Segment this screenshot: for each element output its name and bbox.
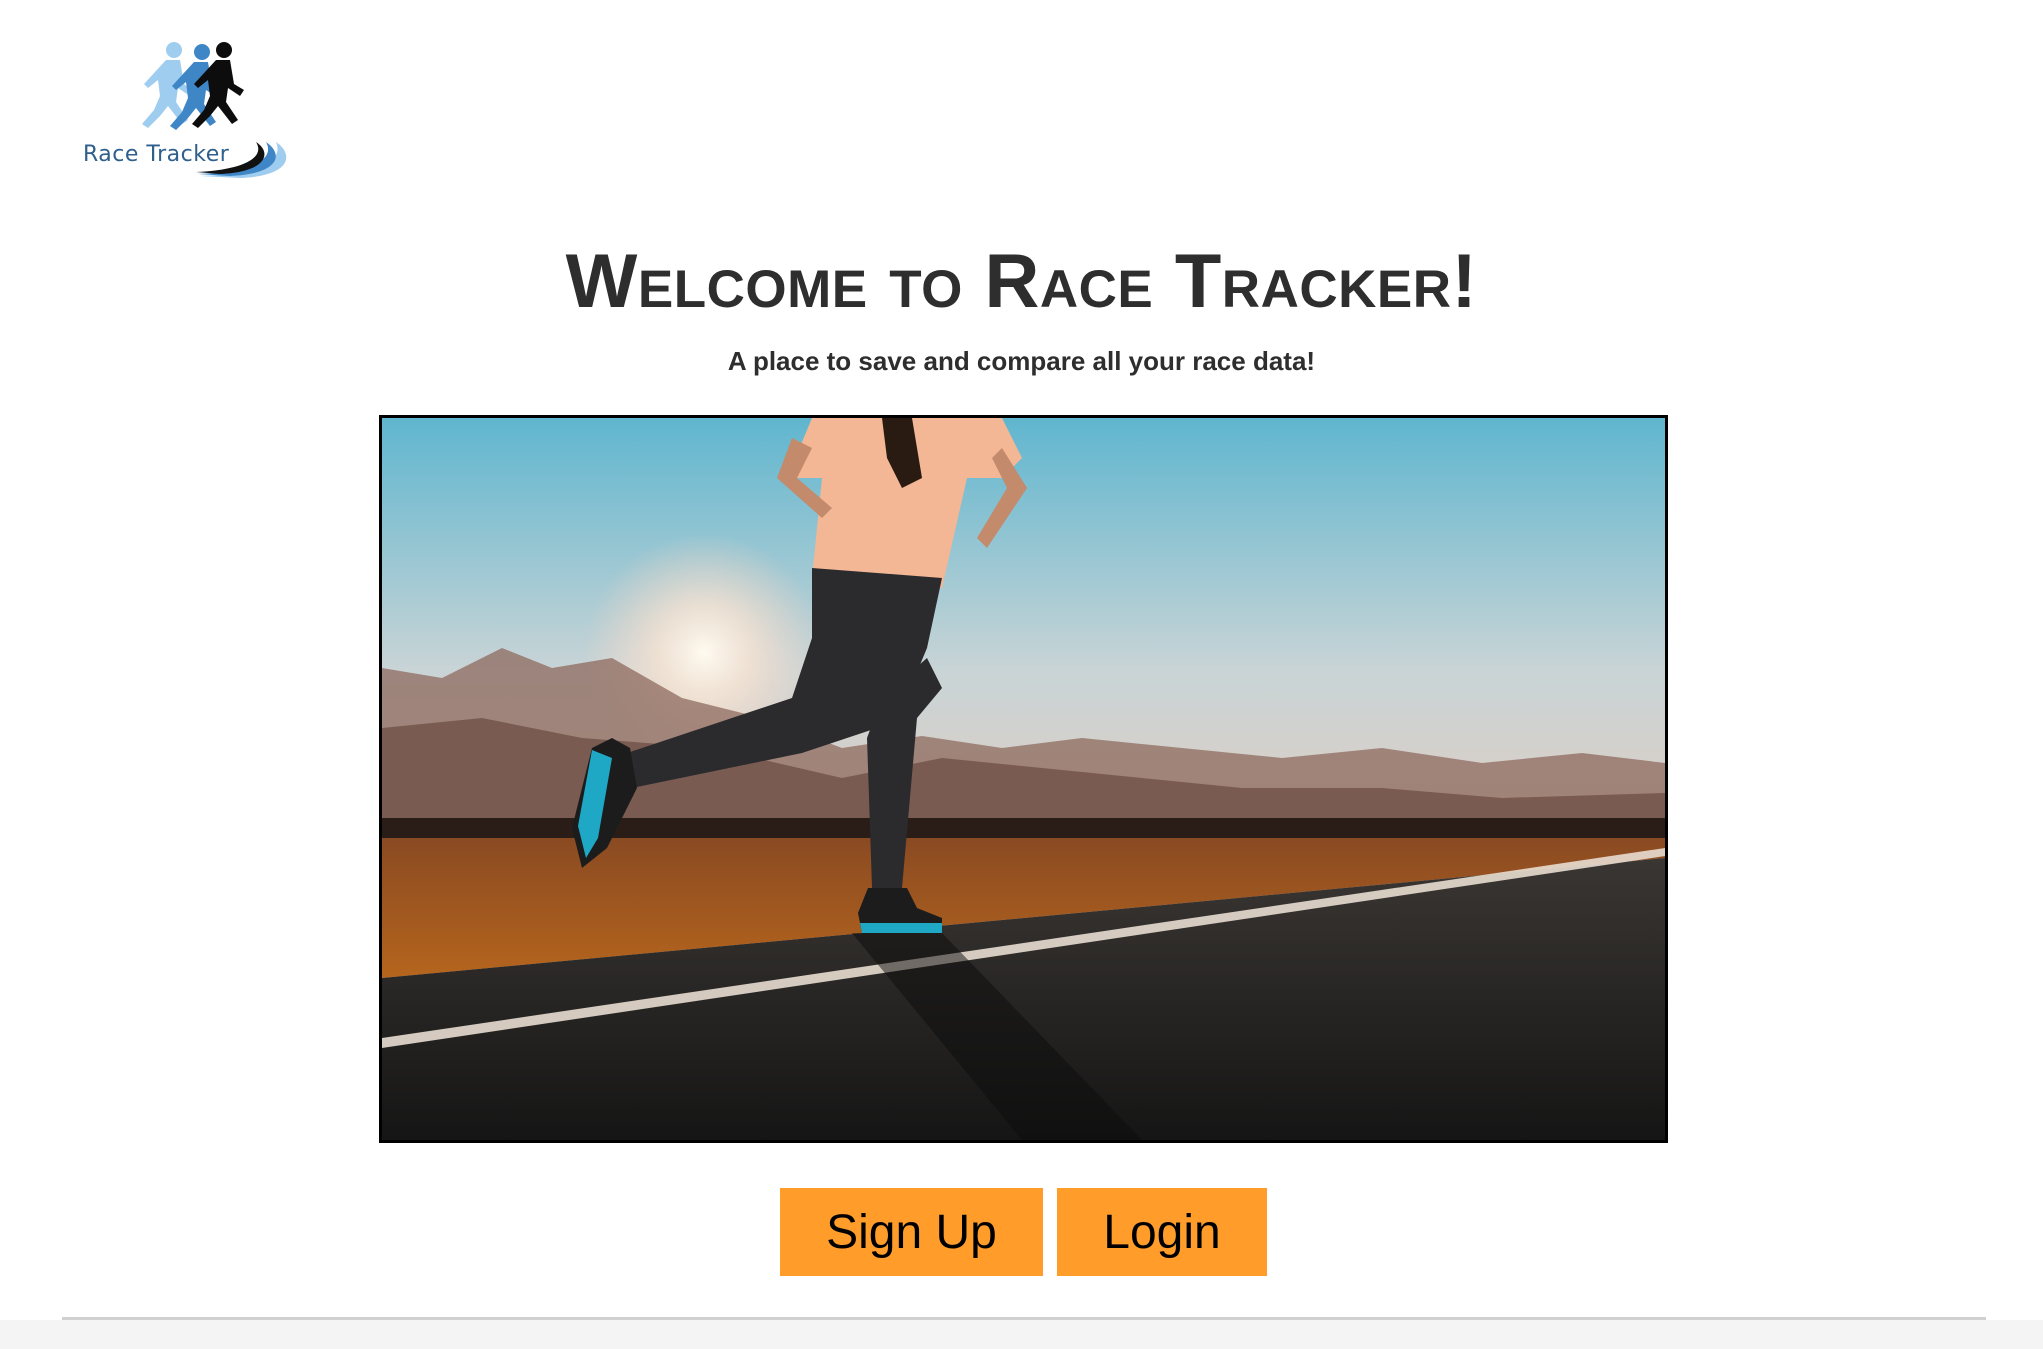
logo-text: Race Tracker [83, 142, 230, 167]
landing-page: Race Tracker Welcome to Race Tracker! A … [0, 0, 2043, 1349]
footer [0, 1320, 2043, 1349]
race-tracker-logo[interactable]: Race Tracker [80, 40, 300, 180]
runner-photo [382, 418, 1665, 1140]
sign-up-button[interactable]: Sign Up [780, 1188, 1043, 1276]
page-subtitle: A place to save and compare all your rac… [727, 346, 1316, 376]
page-title: Welcome to Race Tracker! [565, 239, 1478, 324]
login-button[interactable]: Login [1057, 1188, 1267, 1276]
hero-image [379, 415, 1668, 1143]
